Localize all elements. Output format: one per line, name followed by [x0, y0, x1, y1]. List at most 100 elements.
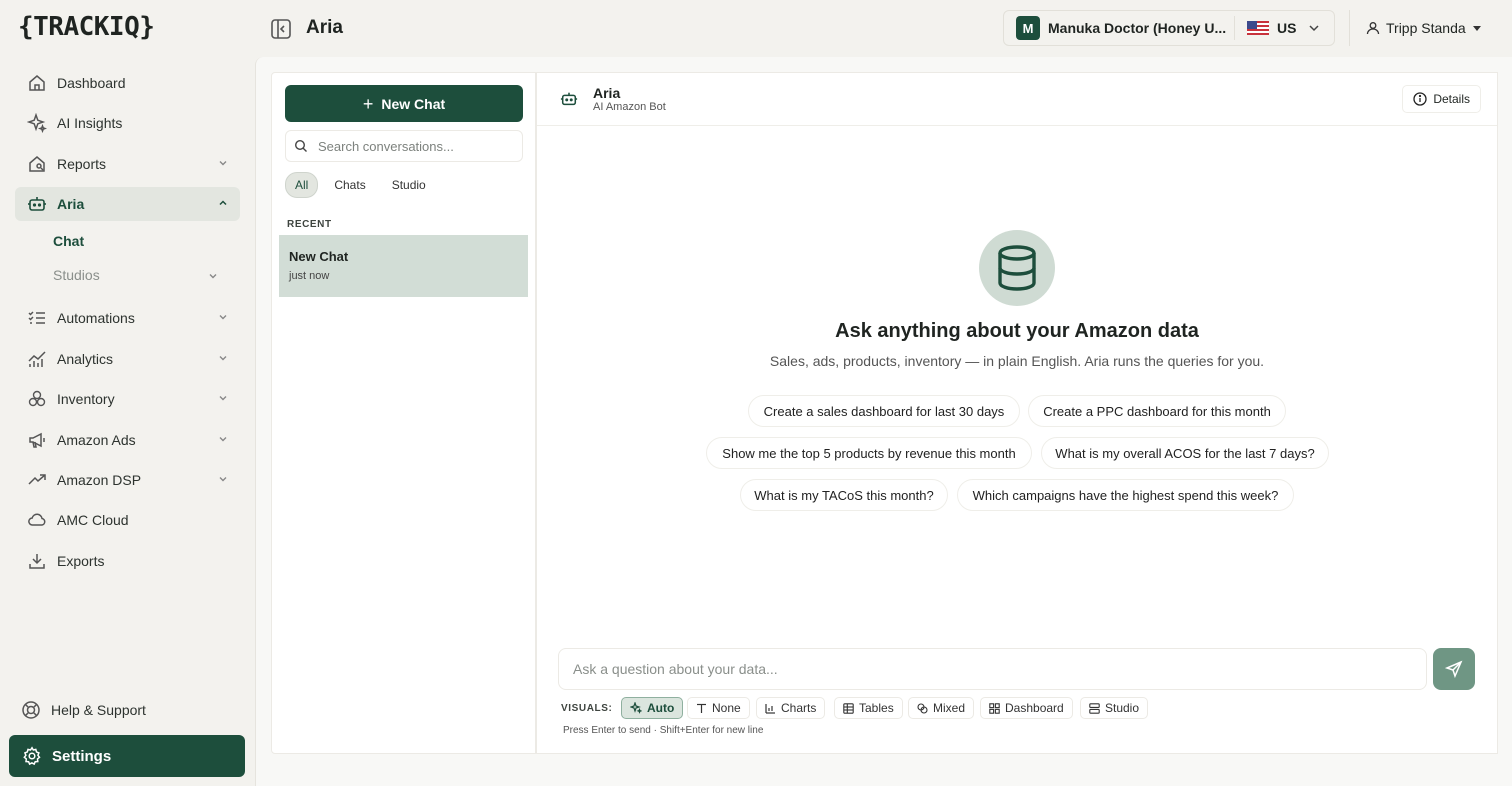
suggestion-chip[interactable]: Show me the top 5 products by revenue th…	[706, 437, 1032, 469]
sidebar-item-label: Reports	[57, 156, 107, 172]
chevron-down-icon[interactable]	[1308, 22, 1320, 34]
reports-icon	[27, 154, 47, 174]
mixed-icon	[917, 702, 928, 714]
visual-label: Mixed	[933, 701, 966, 715]
settings-button[interactable]: Settings	[9, 735, 245, 777]
us-flag-icon	[1247, 21, 1269, 35]
caret-down-icon[interactable]	[1472, 23, 1482, 33]
layout-icon	[1089, 702, 1100, 714]
conversation-time: just now	[289, 270, 330, 282]
bot-subtitle: AI Amazon Bot	[593, 101, 666, 113]
user-menu[interactable]: Tripp Standa	[1349, 10, 1495, 46]
sidebar-item-dashboard[interactable]: Dashboard	[15, 66, 240, 100]
sidebar-item-amazon-ads[interactable]: Amazon Ads	[15, 423, 240, 457]
visual-label: Charts	[781, 701, 817, 715]
sidebar-item-amazon-dsp[interactable]: Amazon DSP	[15, 463, 240, 497]
chevron-down-icon	[218, 474, 228, 484]
sidebar-item-amc-cloud[interactable]: AMC Cloud	[15, 503, 240, 537]
checklist-icon	[27, 308, 47, 328]
analytics-icon	[27, 349, 47, 369]
visual-auto-button[interactable]: Auto	[621, 697, 684, 719]
plus-icon: +	[362, 93, 374, 114]
chevron-down-icon	[218, 312, 228, 322]
details-label: Details	[1433, 92, 1470, 106]
store-selector[interactable]: M Manuka Doctor (Honey U... US	[1003, 10, 1335, 46]
suggestion-chip[interactable]: Create a PPC dashboard for this month	[1028, 395, 1286, 427]
sidebar-item-label: Amazon Ads	[57, 432, 136, 448]
user-icon	[1366, 21, 1380, 35]
home-icon	[27, 73, 47, 93]
bot-name: Aria	[593, 85, 621, 101]
filter-studio[interactable]: Studio	[382, 172, 436, 198]
sidebar-item-ai-insights[interactable]: AI Insights	[15, 106, 240, 140]
filter-chats[interactable]: Chats	[324, 172, 375, 198]
message-composer[interactable]	[558, 648, 1427, 690]
sidebar-item-label: Inventory	[57, 391, 115, 407]
visuals-label: VISUALS:	[561, 703, 613, 714]
sidebar: Dashboard AI Insights Reports Aria Chat …	[0, 57, 255, 786]
suggestion-chip[interactable]: Which campaigns have the highest spend t…	[957, 479, 1294, 511]
conversation-title: New Chat	[289, 249, 349, 264]
country-code: US	[1277, 20, 1297, 36]
sidebar-subitem-studios[interactable]: Studios	[53, 267, 100, 283]
page-title: Aria	[306, 17, 343, 38]
new-chat-button[interactable]: + New Chat	[285, 85, 523, 122]
composer-hint: Press Enter to send · Shift+Enter for ne…	[563, 725, 764, 736]
database-icon	[979, 230, 1055, 306]
filter-all[interactable]: All	[285, 172, 319, 198]
chevron-down-icon	[218, 434, 228, 444]
sidebar-collapse-icon[interactable]	[270, 18, 292, 40]
chevron-up-icon	[218, 198, 228, 208]
brand-logo[interactable]: {TRACKIQ}	[18, 12, 155, 42]
help-label: Help & Support	[51, 702, 146, 718]
visual-label: Auto	[647, 701, 675, 715]
search-input[interactable]	[318, 138, 508, 154]
chat-header: Aria AI Amazon Bot Details	[537, 73, 1497, 126]
top-bar: {TRACKIQ} Aria M Manuka Doctor (Honey U.…	[0, 0, 1512, 57]
sidebar-item-exports[interactable]: Exports	[15, 544, 240, 578]
sidebar-item-reports[interactable]: Reports	[15, 147, 240, 181]
details-button[interactable]: Details	[1402, 85, 1481, 113]
chevron-down-icon	[218, 393, 228, 403]
send-button[interactable]	[1433, 648, 1475, 690]
hero-title: Ask anything about your Amazon data	[835, 320, 1199, 342]
search-box[interactable]	[285, 130, 523, 162]
grid-icon	[989, 702, 1000, 714]
store-badge: M	[1016, 16, 1040, 40]
sidebar-subitem-chat[interactable]: Chat	[53, 233, 84, 249]
new-chat-label: New Chat	[381, 95, 446, 112]
text-icon	[697, 703, 706, 713]
visual-tables-button[interactable]: Tables	[834, 697, 903, 719]
sidebar-item-automations[interactable]: Automations	[15, 301, 240, 335]
sidebar-item-label: Analytics	[57, 351, 114, 367]
visual-charts-button[interactable]: Charts	[756, 697, 826, 719]
sidebar-item-label: AI Insights	[57, 115, 123, 131]
suggestion-chip[interactable]: Create a sales dashboard for last 30 day…	[748, 395, 1020, 427]
sidebar-item-label: Aria	[57, 196, 85, 212]
help-support-link[interactable]: Help & Support	[21, 700, 146, 720]
visual-dashboard-button[interactable]: Dashboard	[980, 697, 1073, 719]
sidebar-item-analytics[interactable]: Analytics	[15, 342, 240, 376]
settings-label: Settings	[52, 747, 112, 765]
visual-label: Studio	[1105, 701, 1140, 715]
lifebuoy-icon	[21, 700, 41, 720]
suggestion-chip[interactable]: What is my TACoS this month?	[740, 479, 948, 511]
conversation-item[interactable]: New Chat just now	[279, 235, 528, 297]
visual-studio-button[interactable]: Studio	[1080, 697, 1149, 719]
sidebar-item-inventory[interactable]: Inventory	[15, 382, 240, 416]
visual-none-button[interactable]: None	[687, 697, 750, 719]
cloud-icon	[27, 510, 47, 530]
store-divider	[1234, 16, 1235, 40]
send-icon	[1445, 660, 1463, 678]
chevron-down-icon	[218, 353, 228, 363]
hero-subtitle: Sales, ads, products, inventory — in pla…	[769, 353, 1265, 369]
sidebar-item-aria[interactable]: Aria	[15, 187, 240, 221]
message-input[interactable]	[573, 661, 1413, 677]
sparkle-icon	[27, 113, 47, 133]
conversation-filters: All Chats Studio	[285, 172, 436, 198]
sidebar-item-label: Exports	[57, 553, 105, 569]
visual-label: None	[712, 701, 741, 715]
user-name: Tripp Standa	[1386, 20, 1466, 36]
suggestion-chip[interactable]: What is my overall ACOS for the last 7 d…	[1041, 437, 1329, 469]
visual-mixed-button[interactable]: Mixed	[908, 697, 975, 719]
